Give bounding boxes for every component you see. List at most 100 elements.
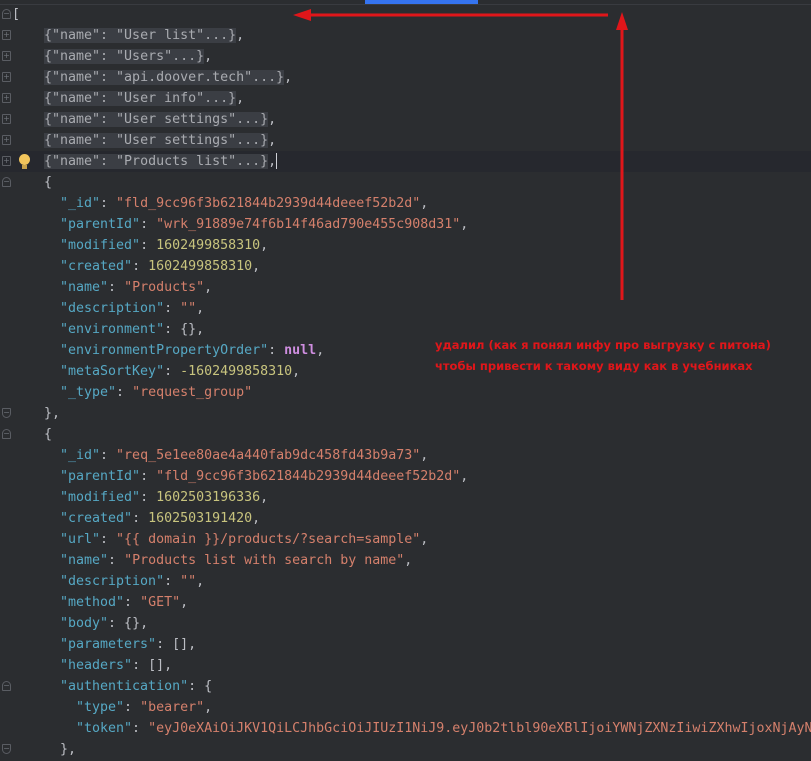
token-key: "parameters" bbox=[60, 637, 157, 652]
code-text: "description": "", bbox=[60, 298, 204, 319]
token-punc: : bbox=[124, 595, 141, 610]
token-punc: , bbox=[236, 91, 245, 106]
code-line[interactable]: "description": "", bbox=[0, 571, 811, 592]
token-punc: : [], bbox=[156, 637, 197, 652]
token-key: "description" bbox=[60, 574, 165, 589]
code-text: {"name": "Products list"...}, bbox=[44, 151, 278, 172]
token-punc: , bbox=[268, 154, 277, 169]
code-line[interactable]: "parentId": "wrk_91889e74f6b14f46ad790e4… bbox=[0, 214, 811, 235]
fold-collapse-icon[interactable]: − bbox=[2, 744, 11, 754]
code-text: { bbox=[44, 172, 52, 193]
code-line[interactable]: "description": "", bbox=[0, 298, 811, 319]
code-line[interactable]: "parameters": [], bbox=[0, 634, 811, 655]
token-punc: : bbox=[164, 301, 181, 316]
fold-expand-icon[interactable]: + bbox=[2, 156, 11, 166]
code-line[interactable]: "parentId": "fld_9cc96f3b621844b2939d44d… bbox=[0, 466, 811, 487]
token-str: "" bbox=[180, 574, 197, 589]
code-text: }, bbox=[44, 403, 60, 424]
code-line[interactable]: −}, bbox=[0, 403, 811, 424]
token-punc: : bbox=[140, 469, 157, 484]
fold-expand-icon[interactable]: + bbox=[2, 114, 11, 124]
code-text: {"name": "User info"...}, bbox=[44, 88, 244, 109]
code-line[interactable]: −{ bbox=[0, 424, 811, 445]
token-punc: : bbox=[132, 259, 149, 274]
token-punc: , bbox=[284, 70, 293, 85]
fold-collapse-icon[interactable]: − bbox=[2, 429, 11, 439]
token-punc: , bbox=[404, 553, 413, 568]
code-line[interactable]: + {"name": "Users"...}, bbox=[0, 46, 811, 67]
code-text: "_type": "request_group" bbox=[60, 382, 252, 403]
code-line[interactable]: "name": "Products", bbox=[0, 277, 811, 298]
intention-bulb-icon[interactable] bbox=[19, 154, 30, 169]
code-line[interactable]: "url": "{{ domain }}/products/?search=sa… bbox=[0, 529, 811, 550]
code-text: "name": "Products", bbox=[60, 277, 212, 298]
token-key: "modified" bbox=[60, 238, 141, 253]
json-editor[interactable]: −[+ {"name": "User list"...}, + {"name": "U… bbox=[0, 4, 811, 760]
code-line[interactable]: "created": 1602503191420, bbox=[0, 508, 811, 529]
token-punc: : {}, bbox=[164, 322, 205, 337]
folded-region[interactable]: {"name": "api.doover.tech"...} bbox=[44, 70, 285, 85]
folded-region[interactable]: {"name": "User settings"...} bbox=[44, 133, 269, 148]
token-key: "parentId" bbox=[60, 217, 141, 232]
code-line[interactable]: + {"name": "User list"...}, bbox=[0, 25, 811, 46]
token-punc: , bbox=[236, 28, 245, 43]
token-punc: : bbox=[100, 448, 117, 463]
code-line[interactable]: + {"name": "api.doover.tech"...}, bbox=[0, 67, 811, 88]
folded-region[interactable]: {"name": "Products list"...} bbox=[44, 154, 269, 169]
fold-collapse-icon[interactable]: − bbox=[2, 408, 11, 418]
token-punc: , bbox=[204, 280, 213, 295]
code-text: "type": "bearer", bbox=[76, 697, 212, 718]
token-punc: : { bbox=[188, 679, 213, 694]
token-key: "created" bbox=[60, 511, 133, 526]
fold-collapse-icon[interactable]: − bbox=[2, 9, 11, 19]
code-line[interactable]: − "authentication": { bbox=[0, 676, 811, 697]
folded-region[interactable]: {"name": "Users"...} bbox=[44, 49, 205, 64]
token-str: "bearer" bbox=[140, 700, 205, 715]
code-line[interactable]: "type": "bearer", bbox=[0, 697, 811, 718]
code-text: [ bbox=[12, 4, 20, 25]
token-key: "_type" bbox=[60, 385, 117, 400]
code-line[interactable]: "created": 1602499858310, bbox=[0, 256, 811, 277]
fold-collapse-icon[interactable]: − bbox=[2, 681, 11, 691]
code-line[interactable]: −[ bbox=[0, 4, 811, 25]
code-line[interactable]: "token": "eyJ0eXAiOiJKV1QiLCJhbGciOiJIUz… bbox=[0, 718, 811, 739]
token-punc: : {}, bbox=[108, 616, 149, 631]
token-str: "{{ domain }}/products/?search=sample" bbox=[116, 532, 421, 547]
token-str: "Products" bbox=[124, 280, 205, 295]
code-line[interactable]: "_id": "req_5e1ee80ae4a440fab9dc458fd43b… bbox=[0, 445, 811, 466]
code-line[interactable]: "modified": 1602503196336, bbox=[0, 487, 811, 508]
token-key: "method" bbox=[60, 595, 125, 610]
fold-expand-icon[interactable]: + bbox=[2, 51, 11, 61]
code-line[interactable]: "_type": "request_group" bbox=[0, 382, 811, 403]
token-key: "environmentPropertyOrder" bbox=[60, 343, 269, 358]
token-num: -1602499858310 bbox=[180, 364, 293, 379]
token-punc: , bbox=[268, 112, 277, 127]
code-line[interactable]: "_id": "fld_9cc96f3b621844b2939d44deeef5… bbox=[0, 193, 811, 214]
code-line[interactable]: + {"name": "User info"...}, bbox=[0, 88, 811, 109]
token-key: "headers" bbox=[60, 658, 133, 673]
code-line[interactable]: "headers": [], bbox=[0, 655, 811, 676]
fold-expand-icon[interactable]: + bbox=[2, 93, 11, 103]
folded-region[interactable]: {"name": "User settings"...} bbox=[44, 112, 269, 127]
fold-expand-icon[interactable]: + bbox=[2, 135, 11, 145]
code-line[interactable]: "name": "Products list with search by na… bbox=[0, 550, 811, 571]
code-line[interactable]: −}, bbox=[0, 739, 811, 760]
code-line[interactable]: "body": {}, bbox=[0, 613, 811, 634]
code-text: "body": {}, bbox=[60, 613, 148, 634]
code-line[interactable]: −{ bbox=[0, 172, 811, 193]
token-key: "url" bbox=[60, 532, 101, 547]
code-line[interactable]: + {"name": "User settings"...}, bbox=[0, 130, 811, 151]
folded-region[interactable]: {"name": "User list"...} bbox=[44, 28, 237, 43]
code-line[interactable]: "method": "GET", bbox=[0, 592, 811, 613]
code-line[interactable]: + {"name": "Products list"...}, bbox=[0, 151, 811, 172]
folded-region[interactable]: {"name": "User info"...} bbox=[44, 91, 237, 106]
token-str: "wrk_91889e74f6b14f46ad790e455c908d31" bbox=[156, 217, 461, 232]
token-num: 1602499858310 bbox=[156, 238, 261, 253]
fold-collapse-icon[interactable]: − bbox=[2, 177, 11, 187]
token-punc: : bbox=[132, 511, 149, 526]
fold-expand-icon[interactable]: + bbox=[2, 72, 11, 82]
code-line[interactable]: + {"name": "User settings"...}, bbox=[0, 109, 811, 130]
fold-expand-icon[interactable]: + bbox=[2, 30, 11, 40]
token-punc: : bbox=[132, 721, 149, 736]
code-line[interactable]: "modified": 1602499858310, bbox=[0, 235, 811, 256]
